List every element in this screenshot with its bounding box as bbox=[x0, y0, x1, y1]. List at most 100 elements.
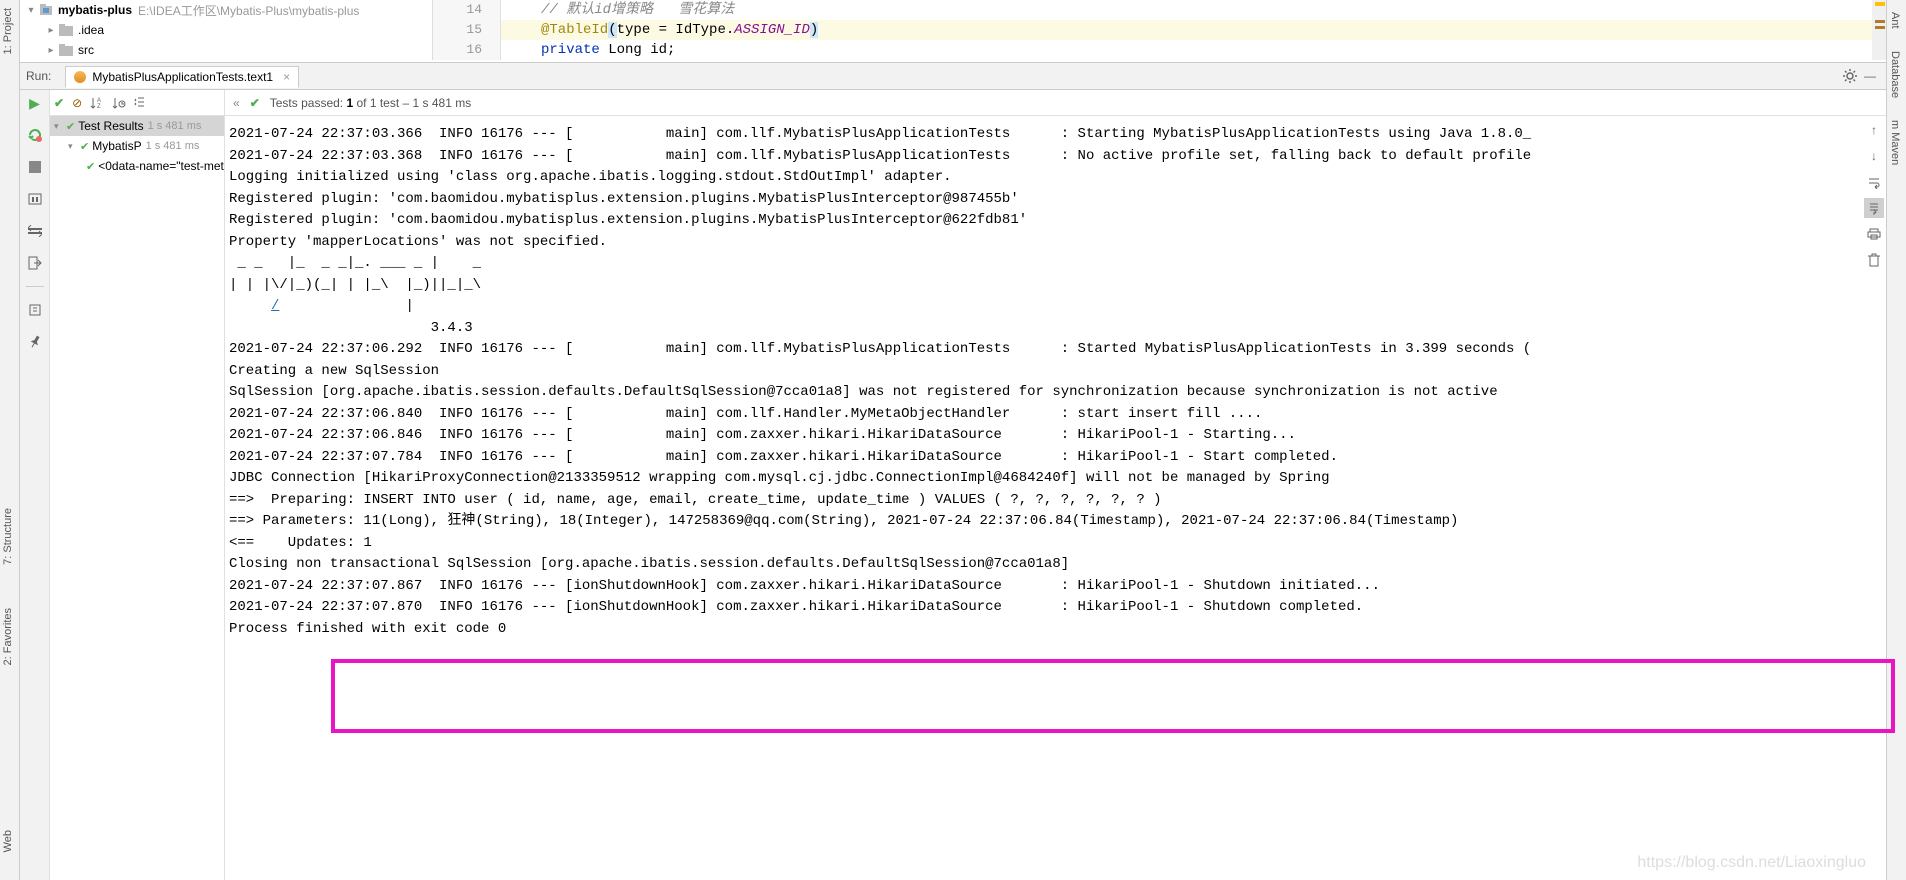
run-left-icons: ▶ bbox=[20, 90, 50, 880]
test-history-icon[interactable] bbox=[26, 301, 44, 319]
console-line: Process finished with exit code 0 bbox=[229, 619, 1886, 641]
tool-web[interactable]: Web bbox=[0, 822, 16, 860]
test-method-node[interactable]: ✔ <0data-name="test-method-label" data-b… bbox=[50, 156, 224, 176]
console-output[interactable]: 2021-07-24 22:37:03.366 INFO 16176 --- [… bbox=[225, 116, 1886, 880]
run-tab[interactable]: MybatisPlusApplicationTests.text1 × bbox=[65, 66, 299, 88]
test-class-label: MybatisP bbox=[92, 139, 141, 153]
console-line: 2021-07-24 22:37:03.368 INFO 16176 --- [… bbox=[229, 146, 1886, 168]
tree-item-idea[interactable]: .idea bbox=[78, 23, 104, 37]
run-tool-body: ▶ ✔ ⊘ AZ ▾✔ Test Results 1 s 481 ms bbox=[20, 90, 1886, 880]
test-toolbar: ✔ ⊘ AZ bbox=[50, 90, 224, 116]
console-line: Creating a new SqlSession bbox=[229, 361, 1886, 383]
line-number: 15 bbox=[433, 20, 500, 40]
close-icon[interactable]: × bbox=[283, 70, 290, 84]
console-line: JDBC Connection [HikariProxyConnection@2… bbox=[229, 468, 1886, 490]
console-line: | | |\/|_)(_| | |_\ |_)||_|_\ bbox=[229, 275, 1886, 297]
test-config-icon bbox=[74, 71, 86, 83]
run-tool-header: Run: MybatisPlusApplicationTests.text1 ×… bbox=[20, 62, 1886, 90]
console-line: <== Updates: 1 bbox=[229, 533, 1886, 555]
scroll-to-end-icon[interactable] bbox=[1864, 198, 1884, 218]
project-root-name[interactable]: mybatis-plus bbox=[58, 3, 132, 17]
gear-icon[interactable] bbox=[1840, 66, 1860, 86]
pass-check-icon: ✔ bbox=[250, 96, 260, 110]
console-line: / | bbox=[229, 296, 1886, 318]
folder-icon bbox=[58, 43, 74, 57]
clear-icon[interactable] bbox=[1864, 250, 1884, 270]
show-ignored-icon[interactable]: ⊘ bbox=[72, 96, 82, 110]
line-number: 14 bbox=[433, 0, 500, 20]
folder-icon bbox=[58, 23, 74, 37]
tool-structure[interactable]: 7: Structure bbox=[0, 500, 16, 573]
test-class-node[interactable]: ▾✔ MybatisP 1 s 481 ms bbox=[50, 136, 224, 156]
console-line: Closing non transactional SqlSession [or… bbox=[229, 554, 1886, 576]
code-comment: // 默认id增策略 雪花算法 bbox=[541, 2, 734, 18]
console-right-icons: ↑ ↓ bbox=[1862, 120, 1886, 270]
tool-ant[interactable]: Ant bbox=[1887, 4, 1903, 37]
console-line: 3.4.3 bbox=[229, 318, 1886, 340]
console-line: Property 'mapperLocations' was not speci… bbox=[229, 232, 1886, 254]
console-line: 2021-07-24 22:37:06.292 INFO 16176 --- [… bbox=[229, 339, 1886, 361]
sort-time-icon[interactable] bbox=[112, 96, 126, 110]
rerun-failed-icon[interactable] bbox=[26, 126, 44, 144]
right-tool-bar: Ant Database m Maven bbox=[1886, 0, 1906, 880]
tool-database[interactable]: Database bbox=[1887, 43, 1903, 106]
test-class-time: 1 s 481 ms bbox=[146, 140, 200, 152]
tree-arrow-idea[interactable]: ▸ bbox=[44, 25, 58, 36]
console-panel: « ✔ Tests passed: 1 of 1 test – 1 s 481 … bbox=[225, 90, 1886, 880]
scroll-down-icon[interactable]: ↓ bbox=[1864, 146, 1884, 166]
print-icon[interactable] bbox=[1864, 224, 1884, 244]
pin-icon[interactable] bbox=[22, 330, 47, 355]
code-paren: ( bbox=[608, 22, 616, 38]
console-link[interactable]: / bbox=[271, 298, 279, 314]
tests-status-bar: « ✔ Tests passed: 1 of 1 test – 1 s 481 … bbox=[225, 90, 1886, 116]
line-number: 16 bbox=[433, 40, 500, 60]
code-text: Long id; bbox=[608, 42, 675, 58]
test-root-label: Test Results bbox=[78, 119, 143, 133]
test-tree[interactable]: ▾✔ Test Results 1 s 481 ms ▾✔ MybatisP 1… bbox=[50, 116, 224, 880]
pause-output-icon[interactable] bbox=[26, 190, 44, 208]
project-tree[interactable]: ▾ mybatis-plus E:\IDEA工作区\Mybatis-Plus\m… bbox=[20, 0, 432, 62]
scroll-up-icon[interactable]: ↑ bbox=[1864, 120, 1884, 140]
editor[interactable]: 14 15 16 // 默认id增策略 雪花算法 @TableId(type =… bbox=[432, 0, 1886, 60]
project-root-path: E:\IDEA工作区\Mybatis-Plus\mybatis-plus bbox=[138, 2, 359, 19]
console-line: 2021-07-24 22:37:07.867 INFO 16176 --- [… bbox=[229, 576, 1886, 598]
tool-favorites[interactable]: 2: Favorites bbox=[0, 600, 16, 673]
rerun-icon[interactable]: ▶ bbox=[26, 94, 44, 112]
editor-scrollmap[interactable] bbox=[1872, 0, 1886, 60]
editor-gutter: 14 15 16 bbox=[433, 0, 501, 60]
tool-project[interactable]: 1: Project bbox=[0, 0, 16, 62]
stop-icon[interactable] bbox=[26, 158, 44, 176]
code-area[interactable]: // 默认id增策略 雪花算法 @TableId(type = IdType.A… bbox=[501, 0, 1886, 60]
console-line: ==> Parameters: 11(Long), 狂神(String), 18… bbox=[229, 511, 1886, 533]
code-annotation: @TableId bbox=[541, 22, 608, 38]
test-results-root[interactable]: ▾✔ Test Results 1 s 481 ms bbox=[50, 116, 224, 136]
tree-item-src[interactable]: src bbox=[78, 43, 94, 57]
console-line: 2021-07-24 22:37:07.784 INFO 16176 --- [… bbox=[229, 447, 1886, 469]
minimize-icon[interactable]: — bbox=[1860, 66, 1880, 86]
module-icon bbox=[38, 3, 54, 17]
console-line: SqlSession [org.apache.ibatis.session.de… bbox=[229, 382, 1886, 404]
console-line: Registered plugin: 'com.baomidou.mybatis… bbox=[229, 210, 1886, 232]
console-line: 2021-07-24 22:37:07.870 INFO 16176 --- [… bbox=[229, 597, 1886, 619]
tool-maven[interactable]: m Maven bbox=[1887, 112, 1903, 173]
sort-alpha-icon[interactable]: AZ bbox=[90, 96, 104, 110]
console-line: ==> Preparing: INSERT INTO user ( id, na… bbox=[229, 490, 1886, 512]
console-line: 2021-07-24 22:37:06.840 INFO 16176 --- [… bbox=[229, 404, 1886, 426]
left-tool-bar: 1: Project 7: Structure 2: Favorites Web bbox=[0, 0, 20, 880]
show-passed-icon[interactable]: ✔ bbox=[54, 96, 64, 110]
console-line: 2021-07-24 22:37:03.366 INFO 16176 --- [… bbox=[229, 124, 1886, 146]
layout-icon[interactable] bbox=[26, 222, 44, 240]
chevron-left-icon[interactable]: « bbox=[233, 96, 240, 110]
tree-arrow-root[interactable]: ▾ bbox=[24, 5, 38, 16]
console-line: Registered plugin: 'com.baomidou.mybatis… bbox=[229, 189, 1886, 211]
test-tree-panel: ✔ ⊘ AZ ▾✔ Test Results 1 s 481 ms ▾✔ Myb… bbox=[50, 90, 225, 880]
run-label: Run: bbox=[26, 69, 51, 83]
test-root-time: 1 s 481 ms bbox=[148, 120, 202, 132]
exit-icon[interactable] bbox=[26, 254, 44, 272]
soft-wrap-icon[interactable] bbox=[1864, 172, 1884, 192]
console-line: Logging initialized using 'class org.apa… bbox=[229, 167, 1886, 189]
separator-icon bbox=[26, 286, 44, 287]
expand-all-icon[interactable] bbox=[134, 96, 148, 110]
tests-status-text: Tests passed: 1 of 1 test – 1 s 481 ms bbox=[270, 96, 471, 110]
tree-arrow-src[interactable]: ▸ bbox=[44, 45, 58, 56]
